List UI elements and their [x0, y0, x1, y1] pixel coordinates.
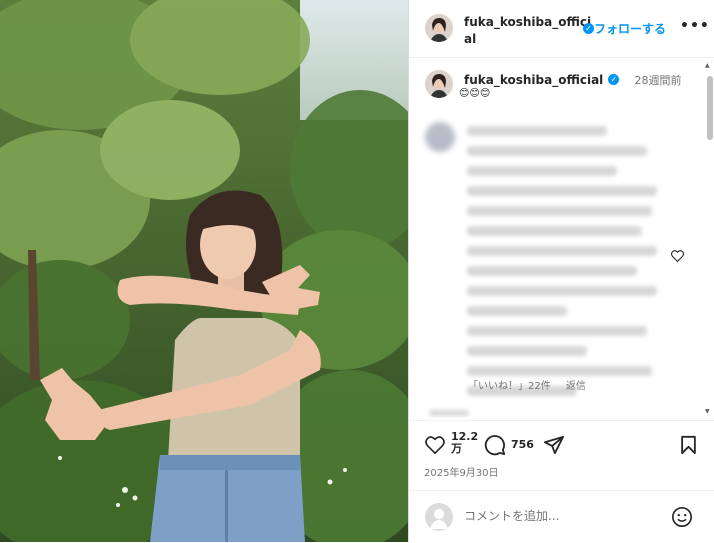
comment-reply-button[interactable]: 返信	[566, 381, 586, 392]
bookmark-icon[interactable]	[680, 435, 697, 459]
like-count[interactable]: 12.2 万	[451, 431, 478, 455]
follow-button[interactable]: フォローする	[594, 20, 666, 37]
heart-icon[interactable]	[425, 436, 445, 458]
caption-avatar[interactable]	[425, 70, 453, 98]
author-username[interactable]: fuka_koshiba_offici al	[464, 13, 592, 47]
like-count-line2: 万	[451, 442, 462, 455]
caption-time[interactable]: 28週間前	[634, 74, 681, 87]
viewer-avatar[interactable]	[425, 503, 453, 531]
caption-username[interactable]: fuka_koshiba_official	[464, 73, 603, 87]
caption-row: fuka_koshiba_official ✓ 28週間前	[464, 69, 681, 88]
scroll-down-arrow-icon[interactable]: ▼	[705, 408, 710, 415]
next-comment-blurred	[429, 410, 469, 416]
caption-verified-badge-icon: ✓	[608, 74, 620, 85]
post-photo-image	[0, 0, 408, 542]
verified-badge-icon: ✓	[583, 23, 594, 34]
comment-input[interactable]	[464, 509, 654, 523]
author-username-line2: al	[464, 32, 477, 46]
comment-meta: 「いいね！」22件 返信	[468, 377, 586, 392]
comment-like-heart-icon[interactable]	[671, 247, 684, 266]
comments-list[interactable]: fuka_koshiba_official ✓ 28週間前 😊😊😊 「いいね！」…	[409, 58, 714, 418]
post-actions: 12.2 万 756 2025年9月30日	[409, 420, 714, 491]
comment-likes-count[interactable]: 「いいね！」22件	[468, 381, 551, 392]
author-avatar[interactable]	[425, 14, 453, 42]
post-header: fuka_koshiba_offici al ✓ フォローする •••	[409, 0, 714, 58]
add-comment-bar	[409, 490, 714, 543]
comment-icon[interactable]	[484, 434, 506, 460]
comment-count[interactable]: 756	[511, 439, 534, 451]
post-side-panel: fuka_koshiba_offici al ✓ フォローする ••• fuka…	[409, 0, 714, 542]
comment-avatar[interactable]	[425, 122, 455, 152]
post-date[interactable]: 2025年9月30日	[424, 464, 499, 479]
author-username-line1: fuka_koshiba_offici	[464, 15, 592, 29]
comments-scrollbar-thumb[interactable]	[707, 76, 713, 140]
caption-text: 😊😊😊	[459, 88, 491, 99]
scroll-up-arrow-icon[interactable]: ▲	[705, 62, 710, 69]
post-photo[interactable]	[0, 0, 408, 542]
share-icon[interactable]	[543, 435, 565, 459]
emoji-icon[interactable]	[671, 506, 693, 532]
more-options-icon[interactable]: •••	[680, 18, 710, 34]
